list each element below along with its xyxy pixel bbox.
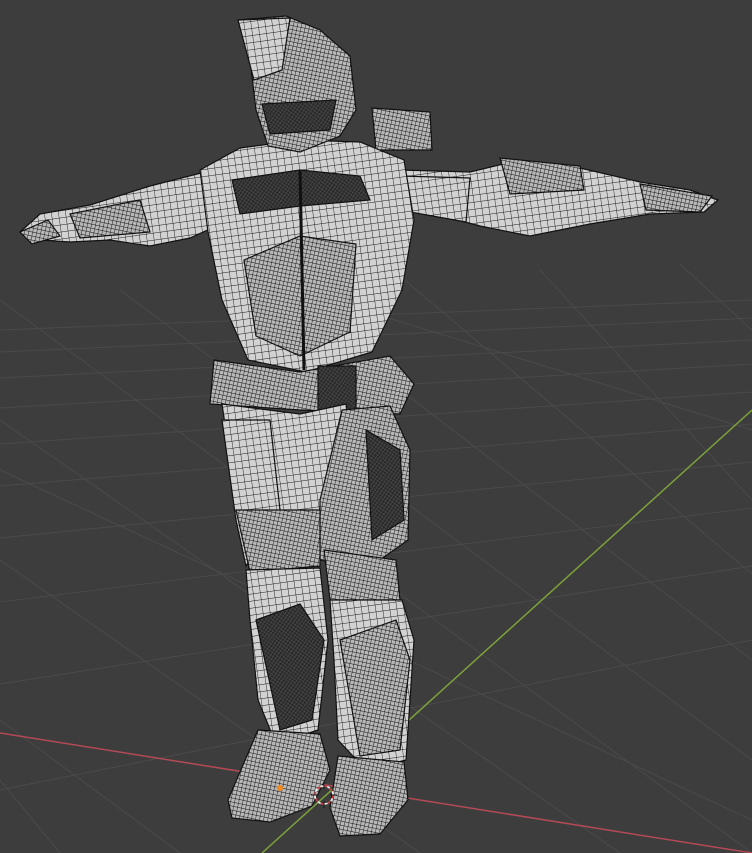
3d-viewport[interactable] [0,0,752,853]
left-boot [227,729,331,823]
right-knee [323,549,401,601]
armored-character-mesh[interactable] [18,15,720,837]
right-boot [329,755,409,837]
viewport-canvas[interactable] [0,0,752,853]
backpack [371,107,433,151]
object-origin-dot-icon[interactable] [277,785,283,791]
left-knee [235,509,321,573]
